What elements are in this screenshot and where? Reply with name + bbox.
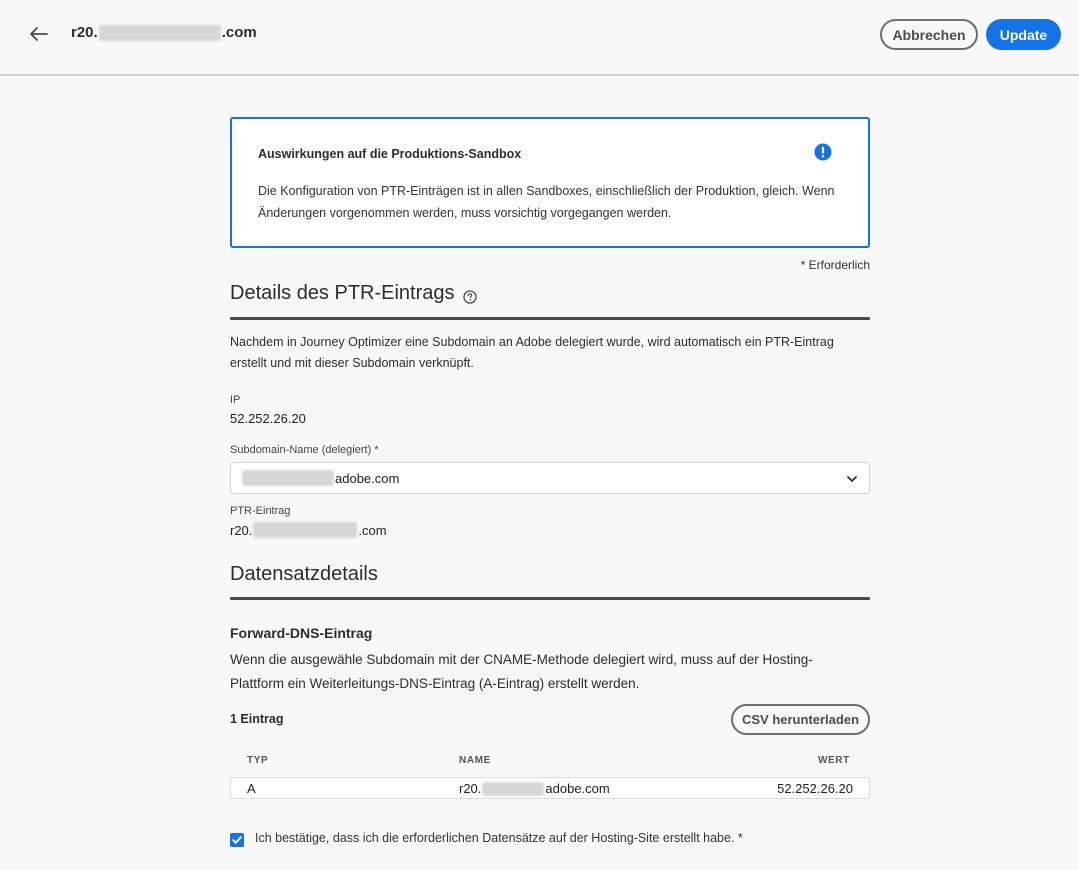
- ptr-section-title: Details des PTR-Eintrags: [230, 282, 477, 305]
- records-section-title: Datensatzdetails: [230, 563, 378, 585]
- ip-value: 52.252.26.20: [230, 411, 306, 426]
- subdomain-select[interactable]: adobe.com: [230, 462, 870, 494]
- redacted-blur: [482, 781, 545, 796]
- top-bar: r20. .com Abbrechen Update: [0, 0, 1079, 76]
- column-header-name[interactable]: NAME: [459, 755, 491, 766]
- column-header-type[interactable]: TYP: [247, 755, 268, 766]
- required-mark: *: [374, 444, 379, 456]
- alert-title: Auswirkungen auf die Produktions-Sandbox: [258, 147, 522, 161]
- ip-label: IP: [230, 394, 241, 406]
- update-button[interactable]: Update: [986, 19, 1061, 50]
- redacted-blur: [98, 24, 221, 41]
- title-prefix: r20.: [71, 24, 98, 41]
- title-suffix: .com: [221, 24, 257, 41]
- subdomain-label: Subdomain-Name (delegiert) *: [230, 444, 379, 456]
- chevron-down-icon: [845, 472, 859, 486]
- column-header-value[interactable]: WERT: [818, 755, 850, 766]
- ptr-description: Nachdem in Journey Optimizer eine Subdom…: [230, 335, 834, 370]
- redacted-blur: [253, 522, 358, 538]
- ptr-value-suffix: .com: [358, 522, 387, 538]
- required-note: * Erforderlich: [800, 258, 870, 272]
- cell-name-prefix: r20.: [459, 781, 482, 796]
- entry-count: 1 Eintrag: [230, 712, 284, 726]
- confirm-label: Ich bestätige, dass ich die erforderlich…: [255, 831, 743, 845]
- ptr-section-title-text: Details des PTR-Eintrags: [230, 282, 455, 304]
- forward-dns-title: Forward-DNS-Eintrag: [230, 625, 373, 641]
- download-csv-button[interactable]: CSV herunterladen: [731, 704, 870, 735]
- production-sandbox-alert: Auswirkungen auf die Produktions-Sandbox…: [230, 117, 870, 248]
- cell-value: 52.252.26.20: [777, 781, 853, 796]
- back-arrow-icon[interactable]: [26, 21, 52, 47]
- redacted-blur: [242, 470, 334, 486]
- ptr-entry-label: PTR-Eintrag: [230, 505, 291, 517]
- info-alert-icon: [814, 143, 832, 161]
- section-divider: [230, 317, 870, 320]
- forward-dns-description: Wenn die ausgewähle Subdomain mit der CN…: [230, 652, 813, 691]
- subdomain-label-text: Subdomain-Name (delegiert): [230, 444, 372, 456]
- ptr-value-prefix: r20.: [230, 522, 253, 538]
- cancel-button[interactable]: Abbrechen: [880, 19, 978, 50]
- alert-body: Die Konfiguration von PTR-Einträgen ist …: [258, 184, 835, 220]
- ptr-entry-value: r20. .com: [230, 522, 387, 538]
- cell-name: r20. adobe.com: [459, 781, 610, 796]
- cell-type: A: [247, 781, 256, 796]
- subdomain-value-suffix: adobe.com: [335, 470, 400, 486]
- cell-name-suffix: adobe.com: [545, 781, 610, 796]
- subdomain-select-value: adobe.com: [242, 470, 399, 486]
- table-row: A r20. adobe.com 52.252.26.20: [230, 777, 870, 799]
- confirm-checkbox[interactable]: [230, 833, 244, 847]
- help-icon[interactable]: [462, 287, 477, 304]
- page-title: r20. .com: [71, 24, 257, 41]
- section-divider: [230, 597, 870, 600]
